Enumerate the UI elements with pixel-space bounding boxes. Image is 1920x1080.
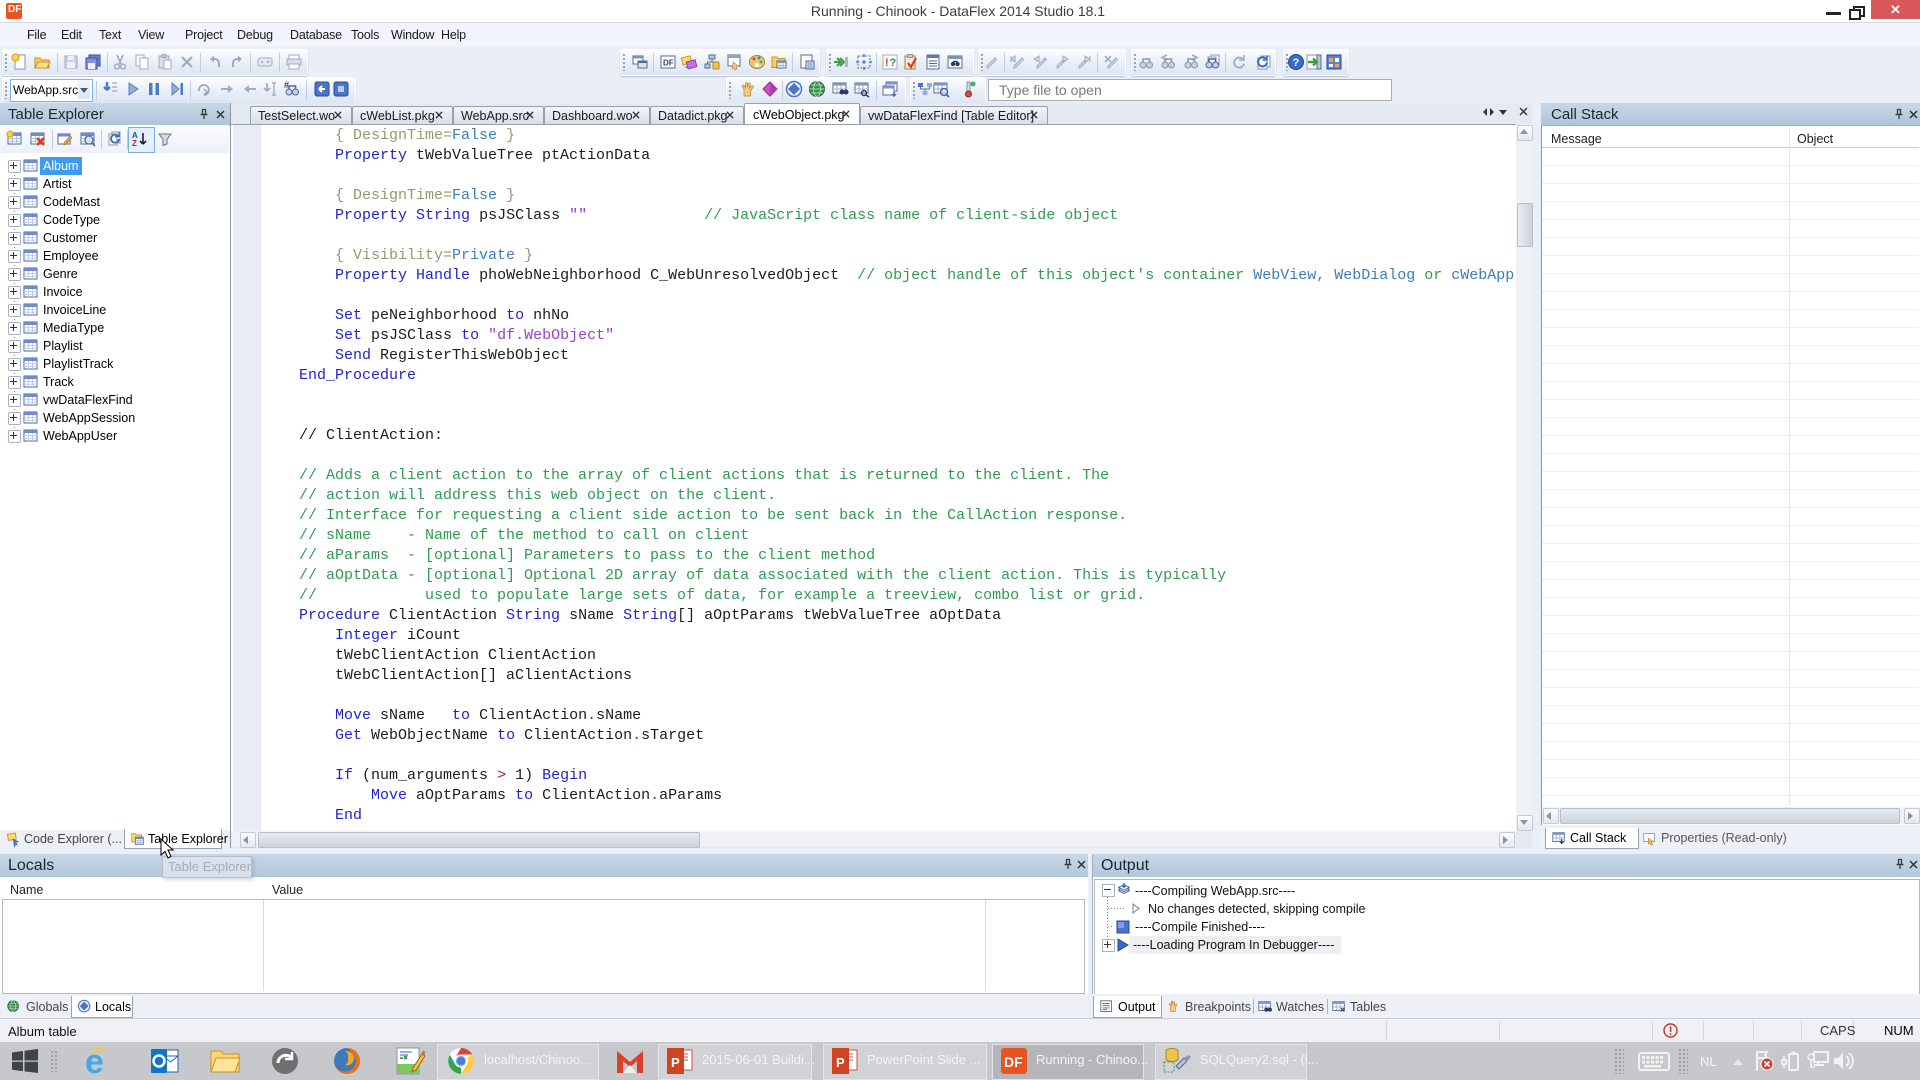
svg-text:Z: Z [132,139,137,148]
svg-text:DF: DF [663,59,674,68]
svg-text:P: P [671,1055,680,1070]
svg-text:DF: DF [1004,1054,1023,1070]
svg-text:?: ? [1293,57,1300,69]
svg-text:!: ! [885,57,889,69]
svg-text:P: P [836,1055,845,1070]
svg-text:?: ? [890,57,897,69]
